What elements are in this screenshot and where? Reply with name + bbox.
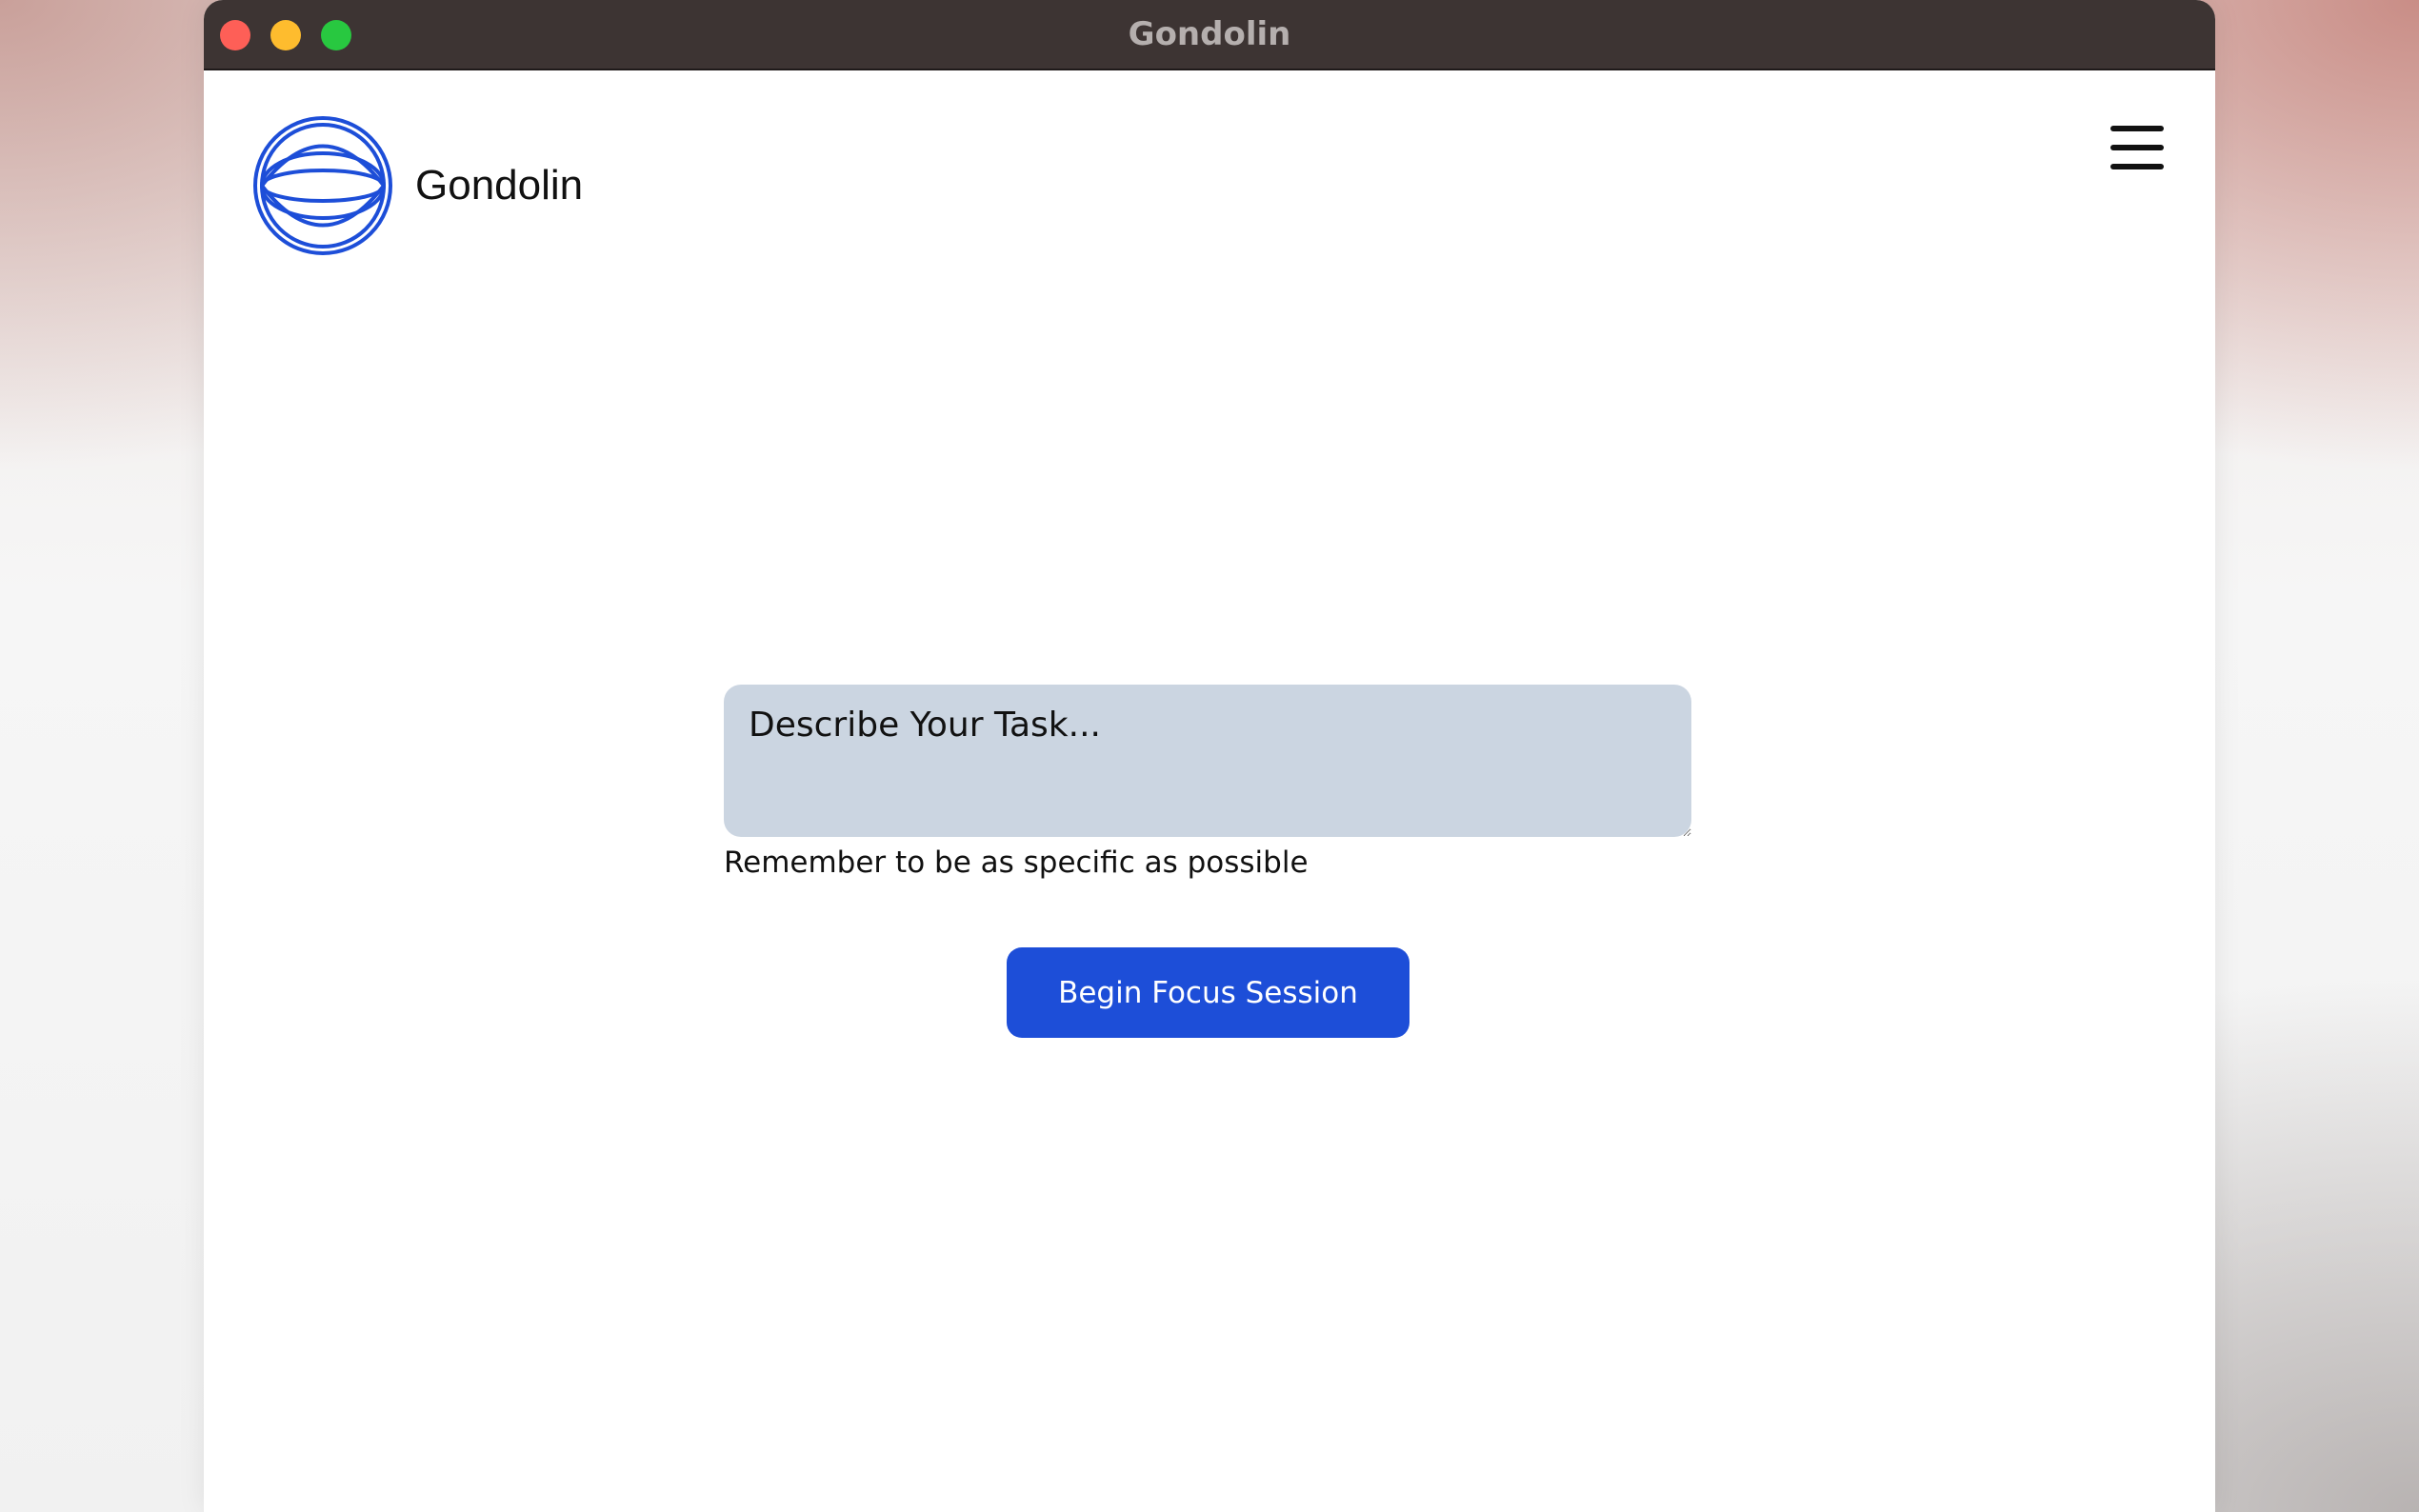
helper-text: Remember to be as specific as possible — [724, 846, 1309, 880]
menu-line — [2110, 126, 2164, 131]
interlaced-circle-logo-icon — [253, 116, 392, 255]
menu-line — [2110, 164, 2164, 169]
app-window: Gondolin Gondolin Remember to be as spec… — [204, 0, 2215, 1512]
title-bar[interactable]: Gondolin — [204, 0, 2215, 70]
brand: Gondolin — [251, 114, 583, 257]
hamburger-menu-icon[interactable] — [2109, 122, 2166, 175]
begin-focus-session-button[interactable]: Begin Focus Session — [1007, 947, 1409, 1038]
brand-name: Gondolin — [415, 162, 584, 209]
task-description-input[interactable] — [724, 685, 1691, 837]
window-title: Gondolin — [1128, 15, 1291, 53]
menu-line — [2110, 145, 2164, 150]
